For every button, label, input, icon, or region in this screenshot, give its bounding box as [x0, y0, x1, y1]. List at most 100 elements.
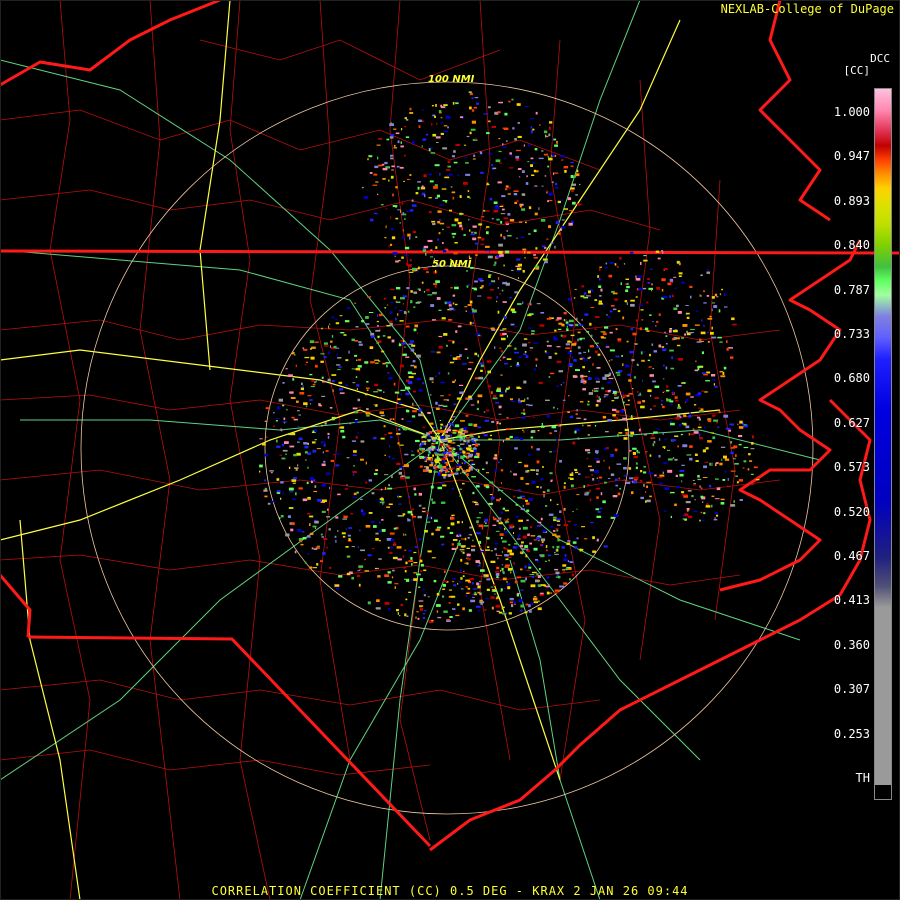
- radar-echo-pixel: [309, 477, 314, 480]
- radar-echo-pixel: [394, 583, 399, 585]
- radar-echo-pixel: [374, 165, 379, 169]
- radar-echo-pixel: [670, 367, 675, 370]
- radar-echo-pixel: [428, 211, 432, 214]
- radar-echo-pixel: [632, 447, 637, 450]
- radar-echo-pixel: [265, 436, 268, 438]
- radar-echo-pixel: [530, 157, 534, 160]
- radar-echo-pixel: [410, 364, 415, 367]
- radar-echo-pixel: [275, 418, 280, 420]
- radar-echo-pixel: [594, 342, 599, 344]
- radar-echo-pixel: [297, 410, 300, 412]
- radar-echo-pixel: [702, 477, 708, 478]
- radar-echo-pixel: [544, 175, 547, 177]
- radar-echo-pixel: [422, 426, 426, 429]
- radar-echo-pixel: [548, 157, 553, 161]
- radar-echo-pixel: [366, 389, 369, 391]
- radar-echo-pixel: [522, 504, 524, 507]
- radar-echo-pixel: [486, 184, 490, 186]
- radar-echo-pixel: [451, 447, 455, 449]
- radar-echo-pixel: [431, 123, 433, 126]
- radar-echo-pixel: [285, 533, 290, 537]
- radar-echo-pixel: [685, 392, 691, 396]
- radar-echo-pixel: [665, 366, 668, 370]
- radar-echo-pixel: [474, 501, 478, 503]
- radar-echo-pixel: [697, 426, 702, 429]
- radar-echo-pixel: [528, 604, 531, 608]
- radar-echo-pixel: [384, 161, 388, 165]
- radar-echo-pixel: [390, 122, 392, 125]
- radar-echo-pixel: [281, 443, 285, 447]
- radar-echo-pixel: [686, 316, 690, 319]
- radar-echo-pixel: [683, 494, 688, 496]
- radar-echo-pixel: [606, 447, 609, 450]
- radar-echo-pixel: [397, 442, 400, 445]
- radar-echo-pixel: [441, 317, 446, 320]
- radar-echo-pixel: [538, 600, 540, 603]
- radar-echo-pixel: [705, 505, 711, 508]
- radar-echo-pixel: [499, 526, 501, 529]
- radar-echo-pixel: [453, 613, 455, 615]
- radar-echo-pixel: [652, 368, 655, 370]
- radar-echo-pixel: [470, 435, 474, 438]
- radar-echo-pixel: [598, 285, 602, 288]
- radar-echo-pixel: [453, 403, 457, 405]
- radar-echo-pixel: [577, 437, 580, 440]
- radar-echo-pixel: [389, 322, 393, 326]
- radar-echo-pixel: [351, 546, 355, 548]
- radar-echo-pixel: [384, 307, 387, 309]
- radar-echo-pixel: [650, 437, 656, 439]
- radar-echo-pixel: [381, 529, 386, 532]
- radar-echo-pixel: [440, 483, 445, 485]
- radar-echo-pixel: [567, 340, 571, 343]
- radar-echo-pixel: [443, 425, 445, 428]
- radar-echo-pixel: [548, 513, 554, 516]
- radar-echo-pixel: [610, 305, 615, 307]
- radar-echo-pixel: [480, 369, 483, 372]
- radar-echo-pixel: [726, 340, 728, 343]
- radar-echo-pixel: [407, 510, 413, 514]
- radar-echo-pixel: [470, 450, 474, 453]
- radar-echo-pixel: [692, 484, 696, 486]
- radar-echo-pixel: [323, 342, 328, 345]
- radar-echo-pixel: [588, 290, 591, 294]
- radar-echo-pixel: [614, 298, 618, 301]
- radar-echo-pixel: [355, 367, 361, 371]
- radar-echo-pixel: [734, 463, 739, 465]
- radar-echo-pixel: [473, 423, 478, 427]
- radar-echo-pixel: [264, 487, 268, 491]
- radar-echo-pixel: [550, 372, 555, 375]
- radar-echo-pixel: [357, 459, 359, 461]
- radar-echo-pixel: [443, 125, 448, 127]
- radar-echo-pixel: [467, 356, 469, 360]
- radar-echo-pixel: [440, 430, 445, 432]
- radar-echo-pixel: [567, 411, 570, 413]
- radar-echo-pixel: [264, 420, 268, 422]
- radar-echo-pixel: [406, 211, 410, 213]
- radar-echo-pixel: [417, 617, 420, 620]
- radar-echo-pixel: [524, 611, 528, 614]
- radar-echo-pixel: [459, 213, 464, 215]
- radar-echo-pixel: [525, 221, 527, 224]
- radar-echo-pixel: [441, 188, 447, 190]
- radar-echo-pixel: [542, 245, 546, 248]
- radar-echo-pixel: [309, 399, 313, 401]
- radar-echo-pixel: [623, 263, 626, 265]
- radar-echo-pixel: [421, 442, 425, 446]
- radar-echo-pixel: [294, 467, 299, 469]
- radar-echo-pixel: [280, 428, 282, 431]
- radar-echo-pixel: [457, 459, 459, 462]
- radar-echo-pixel: [410, 290, 413, 293]
- radar-echo-pixel: [442, 484, 447, 487]
- radar-echo-pixel: [322, 552, 326, 555]
- radar-echo-pixel: [724, 293, 727, 296]
- radar-echo-pixel: [557, 538, 560, 542]
- radar-echo-pixel: [591, 474, 594, 476]
- radar-echo-pixel: [440, 423, 444, 426]
- radar-echo-pixel: [339, 392, 345, 394]
- radar-echo-pixel: [647, 389, 652, 393]
- radar-echo-pixel: [445, 102, 447, 105]
- radar-echo-pixel: [301, 531, 305, 533]
- radar-echo-pixel: [425, 253, 427, 256]
- radar-echo-pixel: [436, 441, 439, 445]
- radar-echo-pixel: [588, 356, 592, 359]
